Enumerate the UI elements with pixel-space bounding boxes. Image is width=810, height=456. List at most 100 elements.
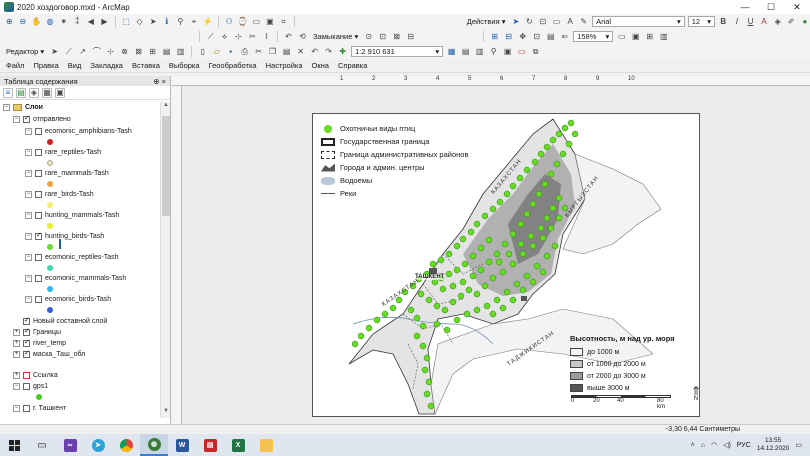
taskbar-app-arcmap[interactable]: ◍ <box>140 434 168 456</box>
collapse-icon[interactable]: − <box>13 383 20 390</box>
zoom-100-icon[interactable]: ⊡ <box>531 31 542 42</box>
expand-icon[interactable]: + <box>13 372 20 379</box>
layer-checkbox[interactable] <box>35 231 42 240</box>
layer-row[interactable]: − gps1 <box>13 381 48 392</box>
menu-geoprocessing[interactable]: Геообработка <box>209 61 257 70</box>
scroll-down-icon[interactable]: ▼ <box>161 408 171 418</box>
layer-row[interactable]: − ecomonic_mammals-Tash <box>25 273 126 284</box>
close-button[interactable]: ✕ <box>784 0 810 14</box>
focus-data-frame-icon[interactable]: ▣ <box>630 31 641 42</box>
layer-row[interactable]: − rare_mammals-Tash <box>25 168 109 179</box>
hyperlink-icon[interactable]: ⚡ <box>202 16 213 27</box>
create-viewer-icon[interactable]: ▣ <box>265 16 276 27</box>
layer-checkbox[interactable] <box>35 212 42 219</box>
toggle-draft-icon[interactable]: ▭ <box>616 31 627 42</box>
zoom-out-icon[interactable]: ⊖ <box>18 16 29 27</box>
speaker-icon[interactable]: ◁) <box>723 441 731 449</box>
cut-icon[interactable]: ✂ <box>253 46 264 57</box>
collapse-icon[interactable]: − <box>25 149 32 156</box>
save-icon[interactable]: ▪ <box>225 46 236 57</box>
menu-windows[interactable]: Окна <box>312 61 329 70</box>
expand-icon[interactable]: + <box>13 340 20 347</box>
reshape-icon[interactable]: ⌇ <box>261 31 272 42</box>
new-map-icon[interactable]: ▯ <box>197 46 208 57</box>
layout-zoom-in-icon[interactable]: ⊞ <box>489 31 500 42</box>
menu-help[interactable]: Справка <box>338 61 367 70</box>
maximize-button[interactable]: ☐ <box>758 0 784 14</box>
layer-row[interactable]: + маска_Таш_обл <box>13 349 85 360</box>
taskbar-app-explorer[interactable] <box>252 434 280 456</box>
font-name-select[interactable]: Arial ▾ <box>592 16 685 27</box>
layout-back-icon[interactable]: ⇐ <box>559 31 570 42</box>
taskbar-app-word[interactable]: W <box>168 434 196 456</box>
menu-view[interactable]: Вид <box>68 61 82 70</box>
layer-checkbox[interactable] <box>23 316 30 325</box>
expand-icon[interactable]: + <box>13 329 20 336</box>
collapse-icon[interactable]: − <box>13 405 20 412</box>
layout-view[interactable]: 1 2 3 4 5 6 7 8 9 10 ТАШКЕНТ КАЗАХСТАН К… <box>172 76 810 424</box>
layer-checkbox[interactable] <box>23 327 30 336</box>
collapse-icon[interactable]: − <box>13 116 20 123</box>
collapse-icon[interactable]: − <box>25 296 32 303</box>
forward-extent-icon[interactable]: ▶ <box>99 16 110 27</box>
edit-tool-icon[interactable]: ➤ <box>49 46 60 57</box>
pan-hand-icon[interactable]: ✋ <box>31 16 42 27</box>
layers-root[interactable]: − Слои <box>3 102 43 113</box>
clock[interactable]: 13:55 14.12.2020 <box>757 437 790 453</box>
menu-bookmarks[interactable]: Закладка <box>90 61 123 70</box>
toc-pin-close[interactable]: ⊕ × <box>153 77 166 86</box>
layout-pan-icon[interactable]: ✥ <box>517 31 528 42</box>
layout-zoom-out-icon[interactable]: ⊟ <box>503 31 514 42</box>
go-to-xy-icon[interactable]: ⌗ <box>278 16 289 27</box>
layer-row[interactable]: − hunting_birds-Tash <box>25 231 104 242</box>
zoom-level-select[interactable]: 158% ▾ <box>573 31 614 42</box>
vertex-snap-icon[interactable]: ⊠ <box>391 31 402 42</box>
select-features-icon[interactable]: ⬚ <box>121 16 132 27</box>
arctoolbox-icon[interactable]: ▣ <box>502 46 513 57</box>
attributes-icon[interactable]: ▤ <box>161 46 172 57</box>
scroll-up-icon[interactable]: ▲ <box>161 102 171 112</box>
collapse-icon[interactable]: − <box>25 275 32 282</box>
wifi-icon[interactable]: ◠ <box>711 441 717 449</box>
layer-row[interactable]: + Ссылка <box>13 370 58 381</box>
layer-checkbox[interactable] <box>35 128 42 135</box>
callout-icon[interactable]: ✎ <box>578 16 589 27</box>
rectangle-draw-icon[interactable]: ▭ <box>551 16 562 27</box>
actions-dropdown[interactable]: Действия ▾ <box>465 17 508 26</box>
menu-customize[interactable]: Настройка <box>266 61 303 70</box>
layer-row[interactable]: − ecomonic_amphibians-Tash <box>25 126 132 137</box>
find-icon[interactable]: ⚲ <box>175 16 186 27</box>
toc-options-icon[interactable]: ▣ <box>55 87 65 98</box>
zoom-page-icon[interactable]: ▤ <box>545 31 556 42</box>
full-extent-icon[interactable]: ◍ <box>45 16 56 27</box>
rotate-icon[interactable]: ↻ <box>524 16 535 27</box>
layer-checkbox[interactable] <box>35 254 42 261</box>
create-features-icon[interactable]: ▥ <box>175 46 186 57</box>
layer-row[interactable]: − hunting_mammals-Tash <box>25 210 119 221</box>
start-button[interactable] <box>0 434 28 456</box>
menu-edit[interactable]: Правка <box>33 61 58 70</box>
undo-edit-icon[interactable]: ↶ <box>283 31 294 42</box>
editor-toolbar-icon[interactable]: ▦ <box>446 46 457 57</box>
layer-row[interactable]: − rare_birds-Tash <box>25 189 94 200</box>
add-data-icon[interactable]: ✚ <box>337 46 348 57</box>
end-snap-icon[interactable]: ⊡ <box>377 31 388 42</box>
notifications-icon[interactable]: ▭ <box>795 441 802 449</box>
select-arrow-icon[interactable]: ➤ <box>511 16 522 27</box>
layer-checkbox[interactable] <box>23 383 30 390</box>
zoom-whole-page-icon[interactable]: ⊡ <box>538 16 549 27</box>
toc-scrollbar[interactable]: ▲ ▼ <box>160 102 170 418</box>
layer-checkbox[interactable] <box>35 191 42 198</box>
layer-row[interactable]: + Границы <box>13 327 61 338</box>
print-icon[interactable]: ⎙ <box>239 46 250 57</box>
font-size-select[interactable]: 12 ▾ <box>687 16 716 27</box>
identify-icon[interactable]: ℹ <box>162 16 173 27</box>
sketch-properties-icon[interactable]: ⊞ <box>147 46 158 57</box>
measure-icon[interactable]: ⌖ <box>189 16 200 27</box>
network-icon[interactable]: ⌂ <box>701 442 705 449</box>
layer-row[interactable]: − rare_reptiles-Tash <box>25 147 101 158</box>
taskbar-app-chrome[interactable] <box>112 434 140 456</box>
collapse-icon[interactable]: − <box>25 128 32 135</box>
python-icon[interactable]: ▭ <box>516 46 527 57</box>
sketch-line-icon[interactable]: ↗ <box>77 46 88 57</box>
